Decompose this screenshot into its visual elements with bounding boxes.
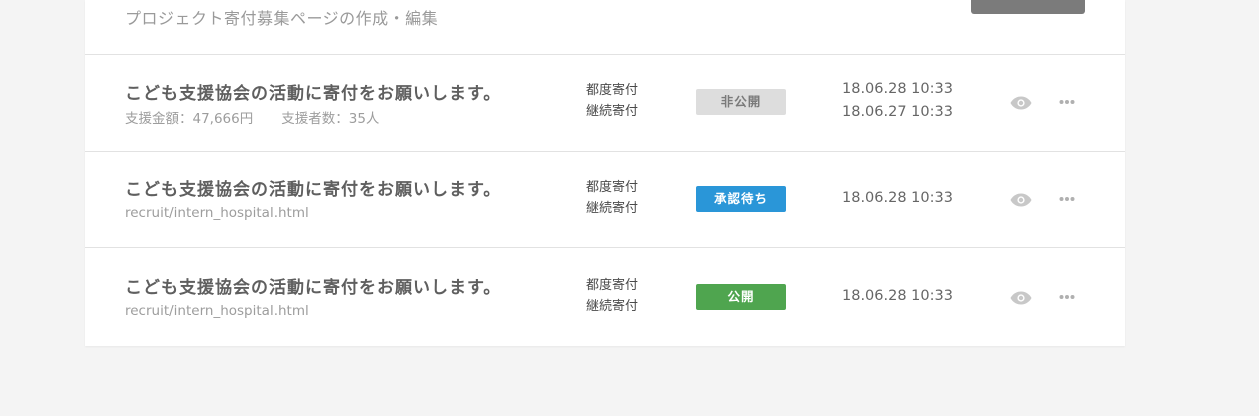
donation-types: 都度寄付 継続寄付 bbox=[586, 275, 638, 317]
type-recurring: 継続寄付 bbox=[586, 104, 639, 119]
card-header: プロジェクト寄付募集ページの作成・編集 bbox=[85, 0, 1125, 55]
donation-types: 都度寄付 継続寄付 bbox=[586, 80, 638, 122]
eye-icon[interactable] bbox=[1010, 96, 1032, 110]
project-url: recruit/intern_hospital.html bbox=[125, 205, 309, 221]
type-recurring: 継続寄付 bbox=[586, 299, 639, 314]
date-created: 18.06.27 10:33 bbox=[842, 104, 953, 120]
type-one-time: 都度寄付 bbox=[586, 278, 639, 293]
more-icon[interactable] bbox=[1059, 196, 1075, 202]
project-title[interactable]: こども支援協会の活動に寄付をお願いします。 bbox=[125, 175, 501, 200]
project-url: recruit/intern_hospital.html bbox=[125, 303, 309, 319]
date-updated: 18.06.28 10:33 bbox=[842, 288, 953, 304]
donation-types: 都度寄付 継続寄付 bbox=[586, 177, 638, 219]
type-recurring: 継続寄付 bbox=[586, 201, 639, 216]
project-stats: 支援金額：47,666円 支援者数：35人 bbox=[125, 107, 379, 127]
supporter-count: 支援者数：35人 bbox=[281, 111, 380, 127]
status-badge: 公開 bbox=[696, 284, 786, 310]
date-updated: 18.06.28 10:33 bbox=[842, 190, 953, 206]
type-one-time: 都度寄付 bbox=[586, 83, 639, 98]
dates: 18.06.28 10:33 bbox=[842, 187, 953, 210]
page-subtitle: プロジェクト寄付募集ページの作成・編集 bbox=[125, 9, 439, 28]
header-action-button[interactable] bbox=[971, 0, 1085, 14]
type-one-time: 都度寄付 bbox=[586, 180, 639, 195]
project-list-card: プロジェクト寄付募集ページの作成・編集 こども支援協会の活動に寄付をお願いします… bbox=[85, 0, 1125, 346]
status-badge: 承認待ち bbox=[696, 186, 786, 212]
project-row: こども支援協会の活動に寄付をお願いします。 支援金額：47,666円 支援者数：3… bbox=[85, 55, 1125, 152]
eye-icon[interactable] bbox=[1010, 193, 1032, 207]
project-row: こども支援協会の活動に寄付をお願いします。 recruit/intern_hos… bbox=[85, 249, 1125, 345]
dates: 18.06.28 10:33 bbox=[842, 285, 953, 308]
project-row: こども支援協会の活動に寄付をお願いします。 recruit/intern_hos… bbox=[85, 151, 1125, 248]
more-icon[interactable] bbox=[1059, 99, 1075, 105]
eye-icon[interactable] bbox=[1010, 291, 1032, 305]
status-badge: 非公開 bbox=[696, 89, 786, 115]
date-updated: 18.06.28 10:33 bbox=[842, 81, 953, 97]
dates: 18.06.28 10:33 18.06.27 10:33 bbox=[842, 78, 953, 124]
project-title[interactable]: こども支援協会の活動に寄付をお願いします。 bbox=[125, 79, 501, 104]
project-title[interactable]: こども支援協会の活動に寄付をお願いします。 bbox=[125, 273, 501, 298]
donation-amount: 支援金額：47,666円 bbox=[125, 111, 254, 127]
more-icon[interactable] bbox=[1059, 294, 1075, 300]
